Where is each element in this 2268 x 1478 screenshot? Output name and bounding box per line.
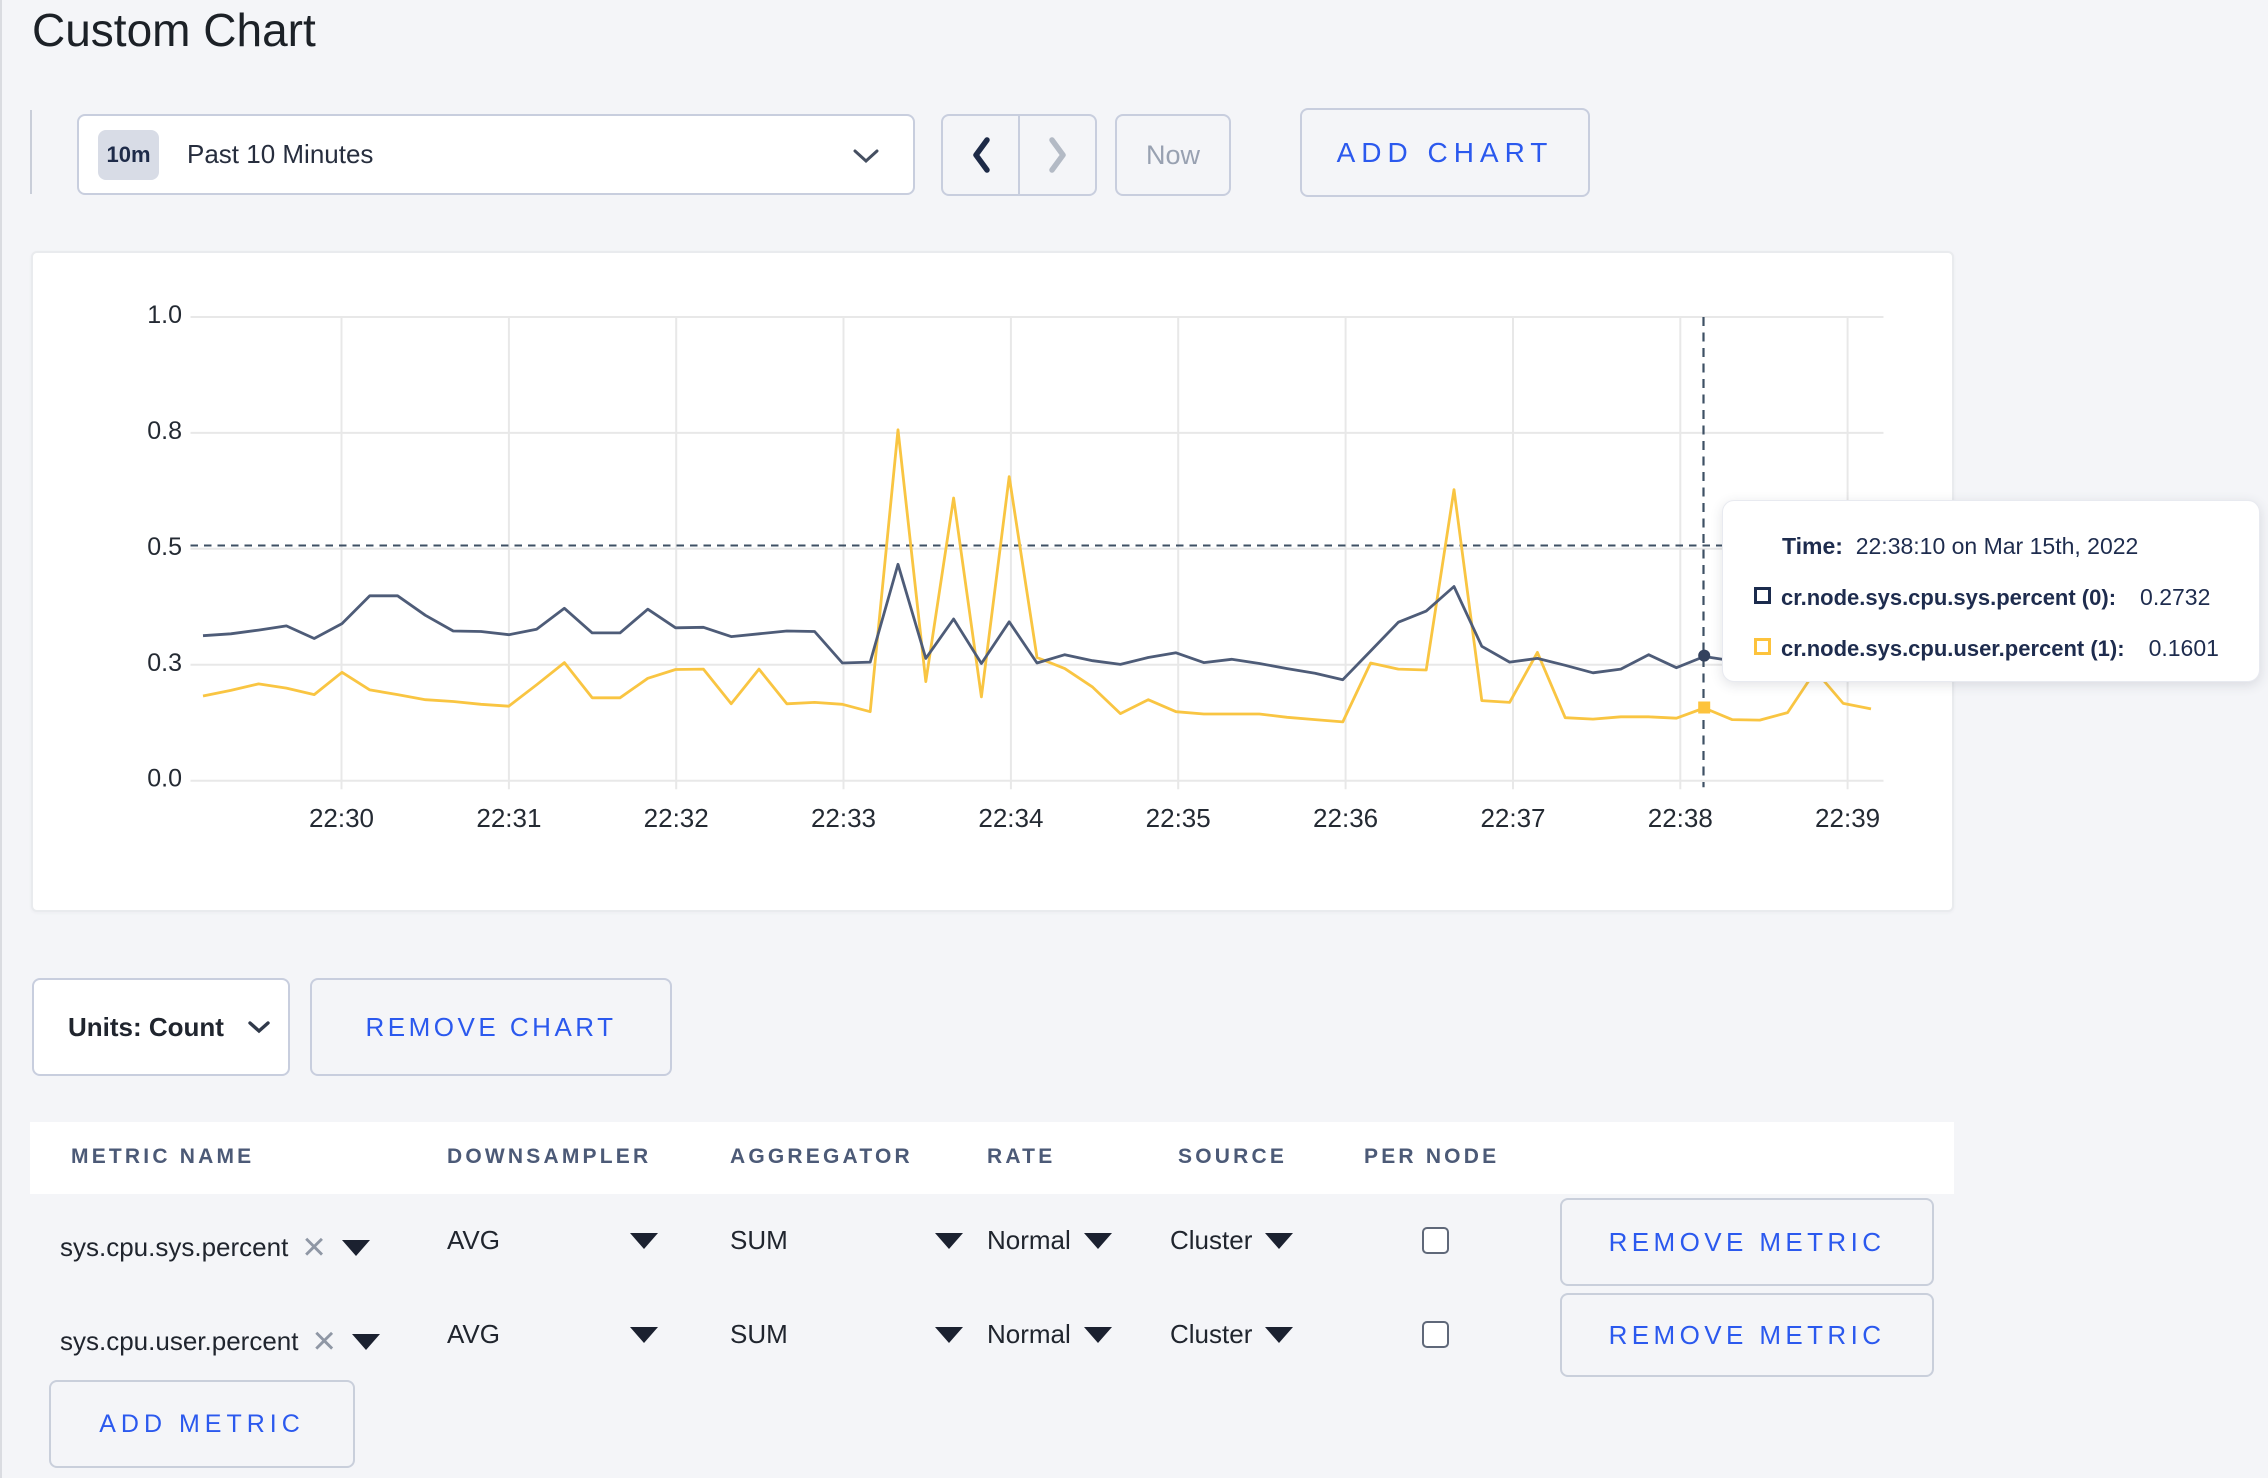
svg-text:22:30: 22:30 [309,803,374,833]
svg-text:22:31: 22:31 [476,803,541,833]
svg-text:22:38: 22:38 [1648,803,1713,833]
svg-text:22:32: 22:32 [644,803,709,833]
svg-text:0.5: 0.5 [147,533,182,561]
svg-text:22:36: 22:36 [1313,803,1378,833]
svg-text:0.8: 0.8 [147,417,182,445]
svg-text:22:37: 22:37 [1480,803,1545,833]
svg-text:22:35: 22:35 [1146,803,1211,833]
svg-text:22:34: 22:34 [978,803,1043,833]
svg-text:22:33: 22:33 [811,803,876,833]
svg-text:0.0: 0.0 [147,765,182,793]
svg-text:1.0: 1.0 [147,301,182,329]
svg-text:22:39: 22:39 [1815,803,1880,833]
svg-text:0.3: 0.3 [147,649,182,677]
